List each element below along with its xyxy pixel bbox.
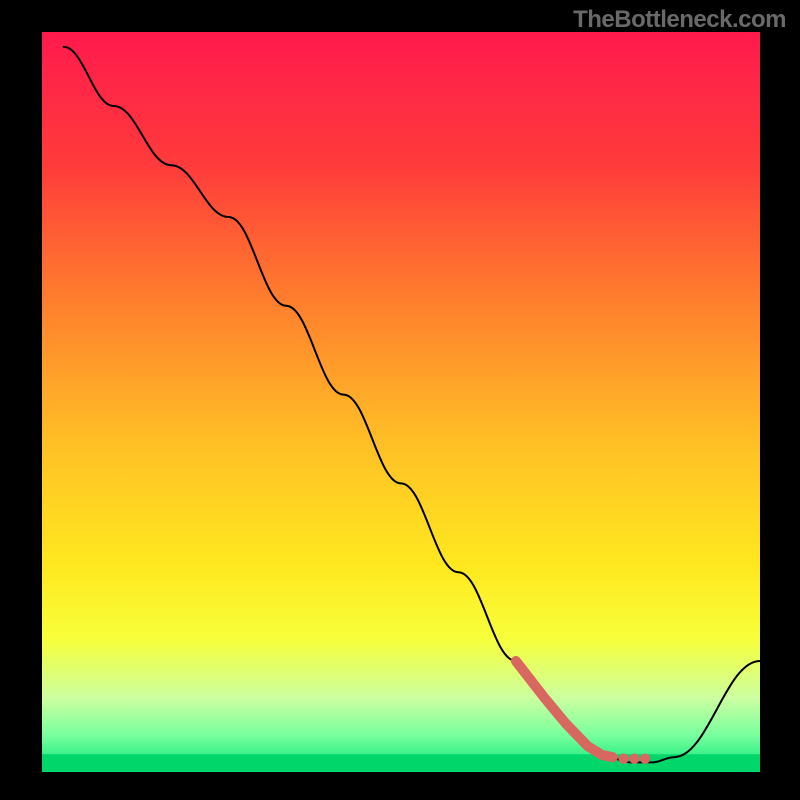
watermark-text: TheBottleneck.com xyxy=(573,6,786,34)
bottleneck-chart: TheBottleneck.com xyxy=(0,0,800,800)
highlight-dot xyxy=(640,753,650,763)
gradient-background xyxy=(42,32,760,772)
highlight-dot xyxy=(618,753,628,763)
chart-canvas xyxy=(0,0,800,800)
highlight-dot xyxy=(629,753,639,763)
